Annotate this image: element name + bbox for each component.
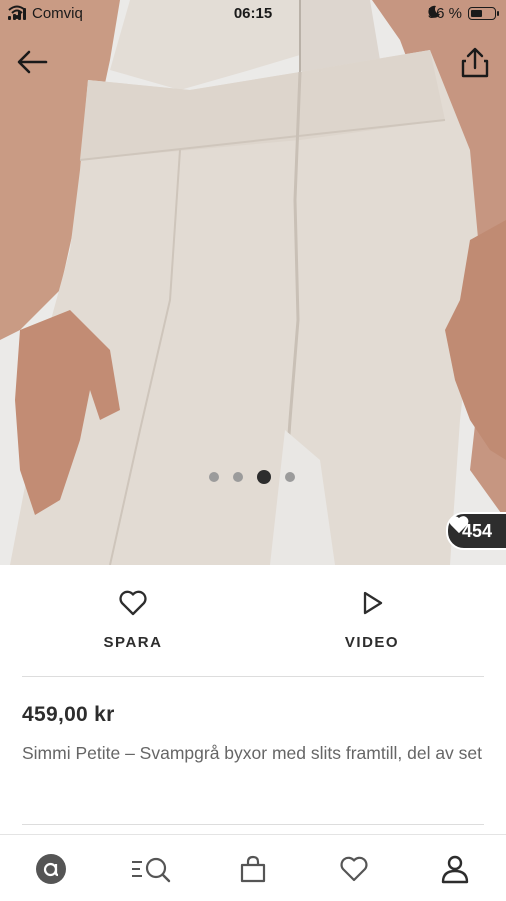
heart-filled-icon: [449, 516, 469, 534]
pagination-dot[interactable]: [257, 470, 271, 484]
heart-icon: [340, 856, 368, 882]
product-title: Simmi Petite – Svampgrå byxor med slits …: [22, 743, 483, 763]
image-pagination[interactable]: [0, 470, 506, 484]
arrow-left-icon: [17, 50, 48, 74]
nav-saved[interactable]: [334, 851, 374, 887]
heart-outline-icon: [119, 590, 147, 616]
product-actions: SPARA VIDEO: [0, 565, 506, 677]
save-label: SPARA: [103, 634, 163, 651]
battery-icon: [468, 7, 499, 20]
nav-search[interactable]: [130, 851, 174, 887]
pagination-dot[interactable]: [233, 472, 243, 482]
likes-badge[interactable]: 454: [445, 512, 506, 550]
nav-home[interactable]: [31, 851, 71, 887]
product-price: 459,00 kr: [22, 703, 115, 726]
divider: [22, 676, 484, 677]
back-button[interactable]: [14, 44, 54, 80]
bag-icon: [240, 855, 266, 883]
status-bar: Comviq 06:15 56 %: [0, 0, 506, 30]
share-icon: [461, 47, 489, 78]
search-icon: [132, 857, 171, 883]
video-button[interactable]: VIDEO: [292, 589, 452, 651]
play-icon: [363, 591, 383, 615]
video-label: VIDEO: [344, 634, 400, 651]
pagination-dot[interactable]: [285, 472, 295, 482]
nav-account[interactable]: [435, 851, 475, 887]
save-button[interactable]: SPARA: [53, 589, 213, 651]
bottom-navigation: [0, 834, 506, 901]
account-icon: [441, 855, 469, 884]
home-icon: [36, 854, 66, 884]
product-image[interactable]: Comviq 06:15 56 % 454: [0, 0, 506, 565]
moon-icon: [428, 5, 440, 18]
pagination-dot[interactable]: [209, 472, 219, 482]
share-button[interactable]: [458, 44, 492, 82]
divider: [22, 824, 484, 825]
nav-bag[interactable]: [233, 851, 273, 887]
